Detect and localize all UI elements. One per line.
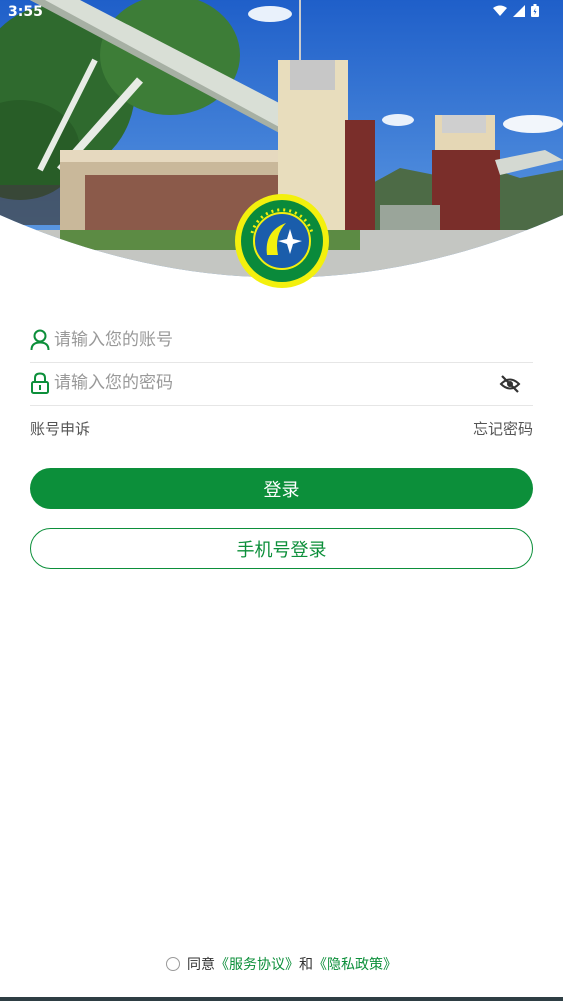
- agree-prefix: 同意: [187, 957, 215, 973]
- password-field-row: [30, 362, 533, 406]
- battery-icon: [531, 4, 539, 17]
- account-appeal-link[interactable]: 账号申诉: [30, 418, 90, 439]
- username-field-row: [30, 319, 533, 363]
- school-logo: [234, 193, 330, 289]
- phone-login-button[interactable]: 手机号登录: [30, 528, 533, 569]
- wifi-icon: [493, 5, 507, 16]
- signal-icon: [513, 4, 525, 17]
- auxiliary-links: 账号申诉 忘记密码: [30, 418, 533, 440]
- service-agreement-link[interactable]: 《服务协议》: [215, 954, 299, 974]
- agree-radio[interactable]: [166, 957, 180, 971]
- eye-off-icon[interactable]: [499, 373, 521, 395]
- status-time: 3:55: [8, 4, 43, 20]
- user-icon: [30, 329, 50, 351]
- password-input[interactable]: [54, 370, 494, 396]
- privacy-policy-link[interactable]: 《隐私政策》: [313, 954, 397, 974]
- forgot-password-link[interactable]: 忘记密码: [473, 418, 533, 439]
- status-icons: [493, 4, 539, 17]
- navigation-bar: [0, 997, 563, 1001]
- agree-connector: 和: [299, 957, 313, 973]
- lock-icon: [31, 372, 49, 394]
- login-button[interactable]: 登录: [30, 468, 533, 509]
- username-input[interactable]: [54, 327, 494, 353]
- agreement-row: 同意 《服务协议》 和 《隐私政策》: [0, 953, 563, 975]
- status-bar: 3:55: [0, 0, 563, 24]
